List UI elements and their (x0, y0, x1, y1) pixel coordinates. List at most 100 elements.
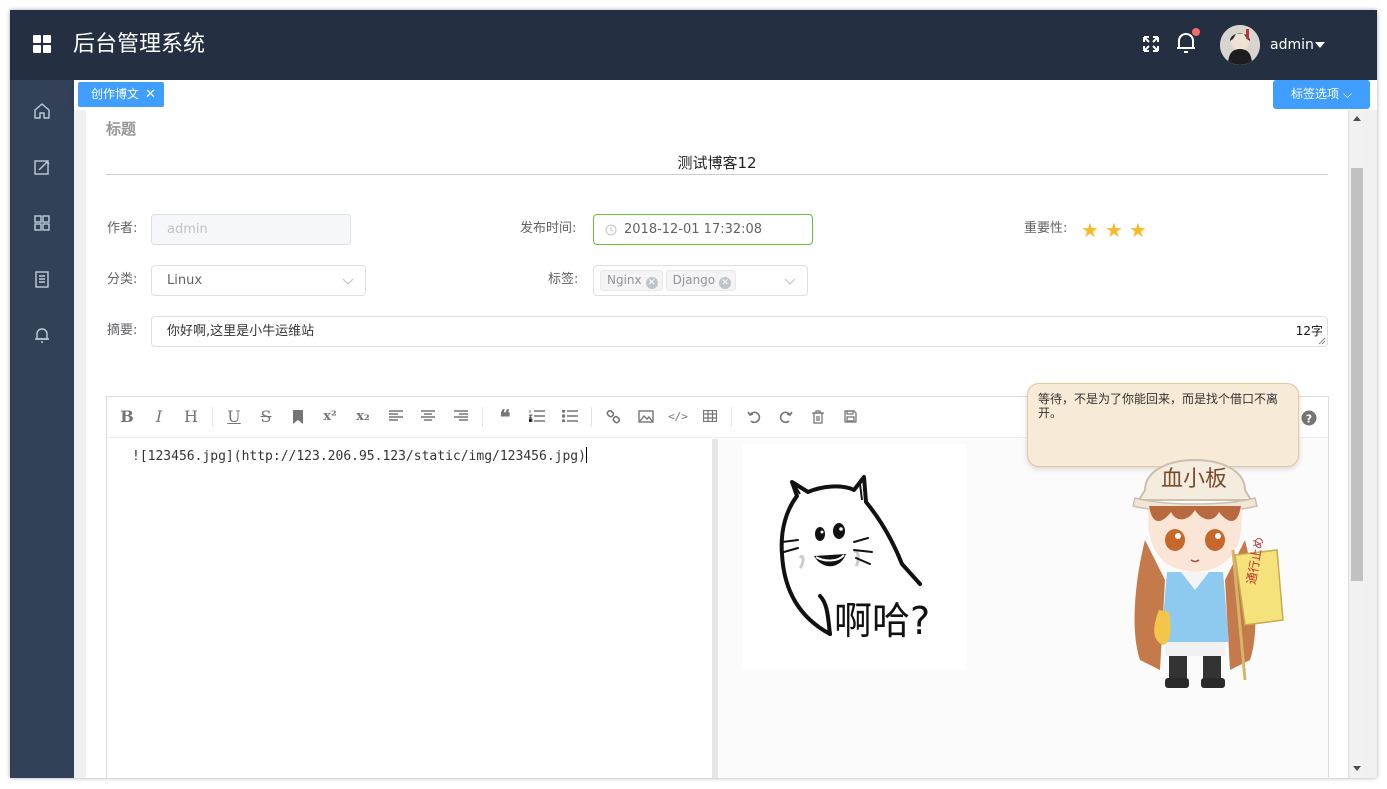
author-field: admin (151, 214, 351, 245)
star-icon[interactable]: ★ (1081, 219, 1105, 241)
align-left-icon (389, 410, 403, 421)
chevron-down-icon (342, 278, 354, 285)
ordered-list-button[interactable] (524, 405, 550, 429)
sidebar-item-home[interactable] (30, 99, 54, 123)
markdown-input-pane[interactable]: ![123456.jpg](http://123.206.95.123/stat… (107, 439, 712, 778)
text-cursor (585, 447, 587, 463)
chevron-down-icon: ⌵ (1342, 87, 1352, 101)
align-center-icon (421, 410, 435, 421)
table-icon (702, 409, 718, 423)
importance-label: 重要性: (1024, 221, 1068, 236)
chevron-down-icon (784, 278, 796, 285)
mascot-character[interactable]: 血小板 通行止め (1105, 420, 1285, 695)
link-icon (606, 409, 621, 424)
undo-icon (747, 411, 761, 424)
user-avatar[interactable] (1220, 25, 1260, 65)
user-dropdown-caret-icon[interactable] (1315, 42, 1325, 48)
sidebar-item-notifications[interactable] (30, 323, 54, 347)
trash-button[interactable] (805, 405, 831, 429)
align-right-button[interactable] (448, 405, 474, 429)
header-button[interactable]: H (178, 405, 204, 429)
close-icon[interactable]: ✕ (719, 277, 732, 289)
italic-button[interactable]: I (146, 405, 172, 429)
notification-badge (1192, 28, 1200, 36)
save-button[interactable] (837, 405, 863, 429)
notification-bell-icon[interactable] (1174, 28, 1200, 56)
tag-chip: Django ✕ (665, 270, 737, 291)
align-center-button[interactable] (415, 405, 441, 429)
scroll-up-arrow-icon[interactable] (1353, 116, 1361, 121)
help-button[interactable]: ? (1296, 405, 1322, 429)
tags-label: 标签: (548, 272, 579, 287)
markdown-text: ![123456.jpg](http://123.206.95.123/stat… (132, 449, 586, 464)
sidebar-item-edit[interactable] (30, 155, 54, 179)
collapse-menu-icon[interactable] (30, 32, 54, 56)
mark-button[interactable] (285, 405, 311, 429)
star-icon[interactable]: ★ (1105, 219, 1129, 241)
title-label: 标题 (106, 120, 137, 138)
image-icon (638, 410, 654, 423)
tags-options-button[interactable]: 标签选项 ⌵ (1273, 80, 1370, 109)
fullscreen-icon[interactable] (1141, 34, 1161, 54)
close-icon[interactable]: ✕ (645, 277, 658, 289)
quote-button[interactable]: ❝ (492, 405, 518, 429)
page-scrollbar[interactable] (1348, 110, 1365, 778)
sidebar-item-dashboard[interactable] (30, 211, 54, 235)
ordered-list-icon (527, 410, 545, 423)
save-icon (843, 410, 857, 423)
category-select[interactable]: Linux (151, 265, 366, 296)
bell-icon (35, 328, 49, 343)
tab-create-post[interactable]: 创作博文 ✕ (78, 82, 164, 107)
cat-meme-image: 啊哈? (742, 444, 966, 670)
superscript-button[interactable]: x² (317, 405, 343, 429)
home-icon (34, 103, 50, 119)
svg-text:?: ? (1306, 413, 1312, 426)
sidebar-item-documents[interactable] (30, 267, 54, 291)
image-button[interactable] (633, 405, 659, 429)
tags-bar: 创作博文 ✕ 标签选项 ⌵ (74, 80, 1377, 110)
unordered-list-button[interactable] (557, 405, 583, 429)
tab-label: 创作博文 (91, 87, 140, 101)
summary-value: 你好啊,这里是小牛运维站 (167, 324, 315, 339)
resize-handle-icon[interactable] (1318, 337, 1326, 345)
close-icon[interactable]: ✕ (145, 87, 156, 102)
align-left-button[interactable] (383, 405, 409, 429)
publish-time-picker[interactable]: 2018-12-01 17:32:08 (593, 214, 813, 245)
underline-button[interactable]: U (221, 405, 247, 429)
summary-label: 摘要: (107, 323, 138, 338)
mascot-hat-text: 血小板 (1161, 467, 1227, 492)
trash-icon (812, 410, 824, 424)
redo-button[interactable] (773, 405, 799, 429)
user-name[interactable]: admin (1270, 35, 1314, 55)
link-button[interactable] (600, 405, 626, 429)
table-button[interactable] (697, 405, 723, 429)
code-button[interactable]: </> (665, 405, 691, 429)
bookmark-icon (293, 410, 303, 424)
grid-icon (34, 215, 50, 231)
scroll-down-arrow-icon[interactable] (1353, 766, 1361, 771)
app-title: 后台管理系统 (73, 32, 206, 57)
tags-select[interactable]: Nginx ✕ Django ✕ (593, 265, 808, 296)
scrollbar-thumb[interactable] (1351, 168, 1363, 581)
star-icon[interactable]: ★ (1129, 219, 1153, 241)
undo-button[interactable] (741, 405, 767, 429)
bold-button[interactable]: B (114, 405, 140, 429)
preview-image-caption: 啊哈? (834, 599, 930, 643)
align-right-icon (454, 410, 468, 421)
tag-chip-label: Django (672, 273, 716, 287)
importance-rating[interactable]: ★ ★ ★ (1081, 219, 1153, 241)
preview-image: 啊哈? (742, 444, 966, 670)
edit-icon (34, 160, 50, 175)
category-label: 分类: (107, 272, 138, 287)
redo-icon (779, 411, 793, 424)
strikethrough-button[interactable]: S (253, 405, 279, 429)
subscript-button[interactable]: x₂ (350, 405, 376, 429)
title-input[interactable] (106, 150, 1328, 175)
markdown-text-line: ![123456.jpg](http://123.206.95.123/stat… (132, 447, 587, 466)
clock-icon (605, 224, 617, 236)
document-icon (35, 271, 49, 288)
summary-textarea[interactable]: 你好啊,这里是小牛运维站 12字 (151, 316, 1328, 347)
app-window: 后台管理系统 admin 创作博文 ✕ 标签选项 ⌵ 标题 测试博客12 作者:… (10, 10, 1377, 778)
unordered-list-icon (561, 409, 578, 423)
tags-options-label: 标签选项 (1291, 87, 1340, 101)
